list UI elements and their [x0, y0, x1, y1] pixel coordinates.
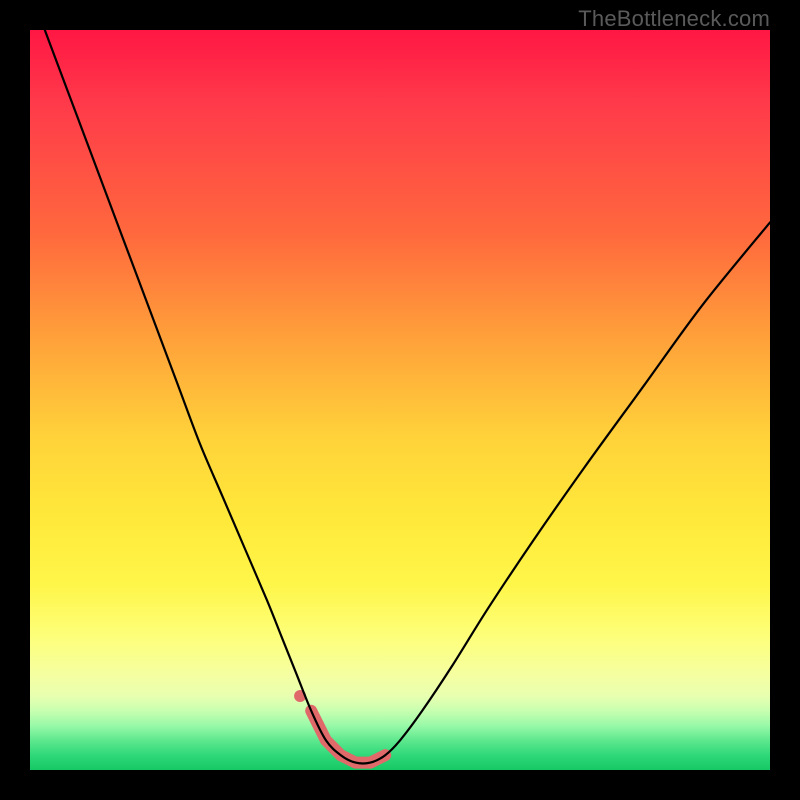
chart-frame: TheBottleneck.com	[0, 0, 800, 800]
curve-layer	[30, 30, 770, 770]
plot-area	[30, 30, 770, 770]
valley-highlight	[311, 711, 385, 763]
watermark-text: TheBottleneck.com	[578, 6, 770, 32]
bottleneck-curve	[45, 30, 770, 764]
